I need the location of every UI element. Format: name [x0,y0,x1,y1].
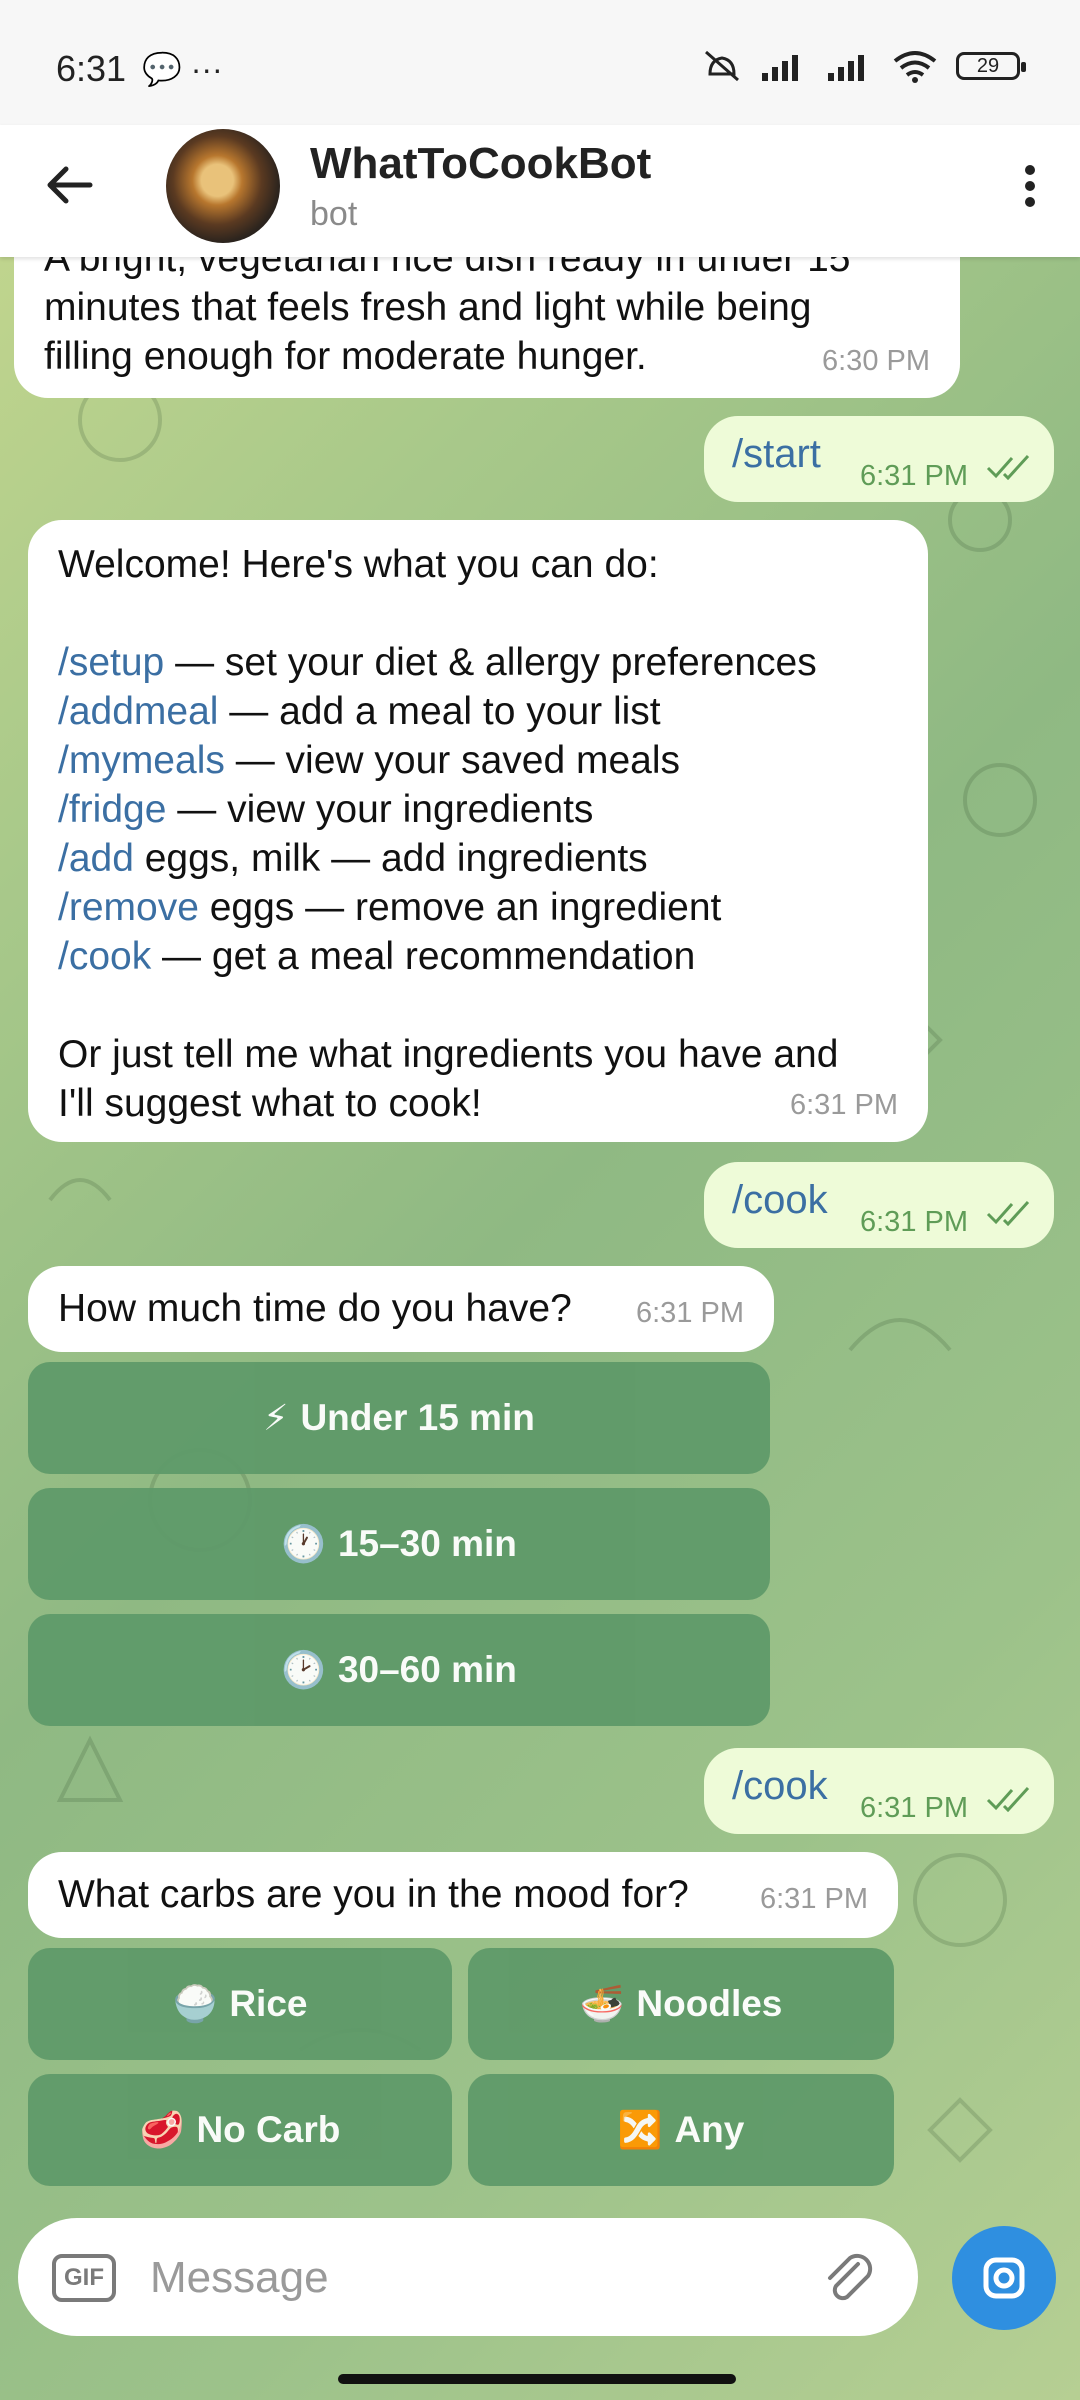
message-time: 6:30 PM [822,345,930,377]
command-link-mymeals[interactable]: /mymeals [58,739,225,782]
message-text: What carbs are you in the mood for? [58,1873,689,1916]
any-button[interactable]: 🔀 Any [468,2074,894,2186]
meat-icon: 🥩 [139,2109,185,2150]
shuffle-icon: 🔀 [617,2109,663,2150]
status-bar: 6:31 💬 ··· 29 [0,0,1080,130]
message-time: 6:31 PM [860,460,968,492]
welcome-outro: Or just tell me what ingredients you hav… [58,1033,839,1076]
more-menu-icon[interactable] [1010,159,1050,219]
rice-button[interactable]: 🍚 Rice [28,1948,452,2060]
welcome-intro: Welcome! Here's what you can do: [58,543,659,586]
message-text: /start [732,432,821,476]
message-time: 6:31 PM [860,1792,968,1824]
command-line: /remove eggs — remove an ingredient [58,886,722,929]
wifi-icon [893,51,937,83]
paperclip-icon[interactable] [818,2248,878,2308]
message-text: /cook [732,1178,828,1222]
user-message-cook: /cook 6:31 PM [704,1162,1054,1248]
command-line: /mymeals — view your saved meals [58,739,681,782]
message-time: 6:31 PM [860,1206,968,1238]
bot-avatar[interactable] [166,129,280,243]
command-link-add[interactable]: /add [58,837,134,880]
command-line: /fridge — view your ingredients [58,788,594,831]
home-indicator[interactable] [338,2374,736,2384]
message-text: minutes that feels fresh and light while… [44,286,812,329]
mute-icon [705,50,739,82]
notification-icons: 💬 ··· [142,51,223,87]
noodles-icon: 🍜 [579,1983,625,2024]
15-30-min-button[interactable]: 🕐 15–30 min [28,1488,770,1600]
under-15-min-button[interactable]: ⚡ Under 15 min [28,1362,770,1474]
camera-icon [983,2257,1025,2299]
message-input[interactable] [150,2248,830,2308]
message-text: /cook [732,1764,828,1808]
status-time: 6:31 [56,48,127,89]
rice-bowl-icon: 🍚 [172,1983,218,2024]
carb-question-message: What carbs are you in the mood for? 6:31… [28,1852,898,1938]
command-line: /addmeal — add a meal to your list [58,690,661,733]
battery-indicator: 29 [956,52,1026,80]
message-time: 6:31 PM [760,1883,868,1915]
chat-subtitle: bot [310,195,358,233]
signal-icon [762,55,798,81]
double-check-icon [986,1786,1030,1812]
command-line: /add eggs, milk — add ingredients [58,837,648,880]
welcome-message: Welcome! Here's what you can do: /setup … [28,520,928,1142]
lightning-icon: ⚡ [263,1397,289,1438]
30-60-min-button[interactable]: 🕑 30–60 min [28,1614,770,1726]
message-text: How much time do you have? [58,1287,572,1330]
command-line: /cook — get a meal recommendation [58,935,696,978]
command-link-cook[interactable]: /cook [58,935,151,978]
noodles-button[interactable]: 🍜 Noodles [468,1948,894,2060]
message-time: 6:31 PM [790,1089,898,1121]
double-check-icon [986,1200,1030,1226]
gif-button[interactable]: GIF [52,2254,116,2302]
clock-icon: 🕐 [281,1523,326,1564]
chat-title[interactable]: WhatToCookBot [310,139,651,189]
message-composer: GIF [18,2218,918,2336]
clock-icon: 🕑 [281,1649,326,1690]
welcome-outro: I'll suggest what to cook! [58,1082,482,1125]
no-carb-button[interactable]: 🥩 No Carb [28,2074,452,2186]
double-check-icon [986,454,1030,480]
user-message-cook: /cook 6:31 PM [704,1748,1054,1834]
command-line: /setup — set your diet & allergy prefere… [58,641,817,684]
command-link-remove[interactable]: /remove [58,886,199,929]
camera-button[interactable] [952,2226,1056,2330]
command-link-fridge[interactable]: /fridge [58,788,166,831]
message-text: filling enough for moderate hunger. [44,335,647,378]
message-time: 6:31 PM [636,1297,744,1329]
chat-header: WhatToCookBot bot [0,125,1080,257]
user-message-start: /start 6:31 PM [704,416,1054,502]
signal-icon-2 [828,55,864,81]
command-link-setup[interactable]: /setup [58,641,164,684]
back-arrow-icon[interactable] [40,155,100,215]
time-question-message: How much time do you have? 6:31 PM [28,1266,774,1352]
command-link-addmeal[interactable]: /addmeal [58,690,218,733]
